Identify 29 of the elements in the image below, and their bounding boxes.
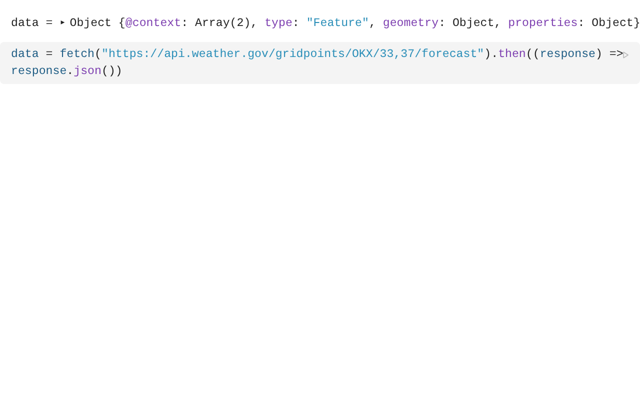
- code-token: data: [11, 48, 39, 61]
- code-token: Object {: [70, 16, 126, 32]
- code-token: (: [94, 48, 102, 61]
- code-cell[interactable]: data = fetch("https://api.weather.gov/gridpoints/OKX/33,37/forecast").then((response) => response.json()): [0, 42, 640, 84]
- code-token: .: [66, 65, 74, 78]
- code-token: =: [44, 48, 54, 61]
- code-token: :: [292, 16, 300, 32]
- code-token: : Array(2),: [181, 16, 259, 32]
- code-token: : Object,: [438, 16, 502, 32]
- code-token: type: [264, 16, 292, 32]
- code-token: fetch: [60, 48, 95, 61]
- code-token: geometry: [382, 16, 439, 32]
- code-token: ).: [484, 48, 498, 61]
- code-token: response: [11, 65, 67, 78]
- code-token: "Feature": [306, 16, 369, 32]
- play-icon[interactable]: [623, 49, 629, 61]
- code-token: properties: [508, 16, 578, 32]
- code-token: json: [74, 65, 102, 78]
- code-token: @context: [125, 16, 182, 32]
- code-token: ()): [101, 65, 122, 78]
- code-token: response: [540, 48, 596, 61]
- expand-toggle[interactable]: ▸: [60, 15, 66, 32]
- code-token: ) =>: [596, 48, 624, 61]
- code-token: "https://api.weather.gov/gridpoints/OKX/33,37/forecast": [101, 48, 484, 61]
- code-token: : Object}: [578, 16, 640, 32]
- code-token: data =: [11, 16, 54, 32]
- code-token: ((: [526, 48, 540, 61]
- code-token: then: [498, 48, 526, 61]
- code-token: ,: [368, 16, 377, 32]
